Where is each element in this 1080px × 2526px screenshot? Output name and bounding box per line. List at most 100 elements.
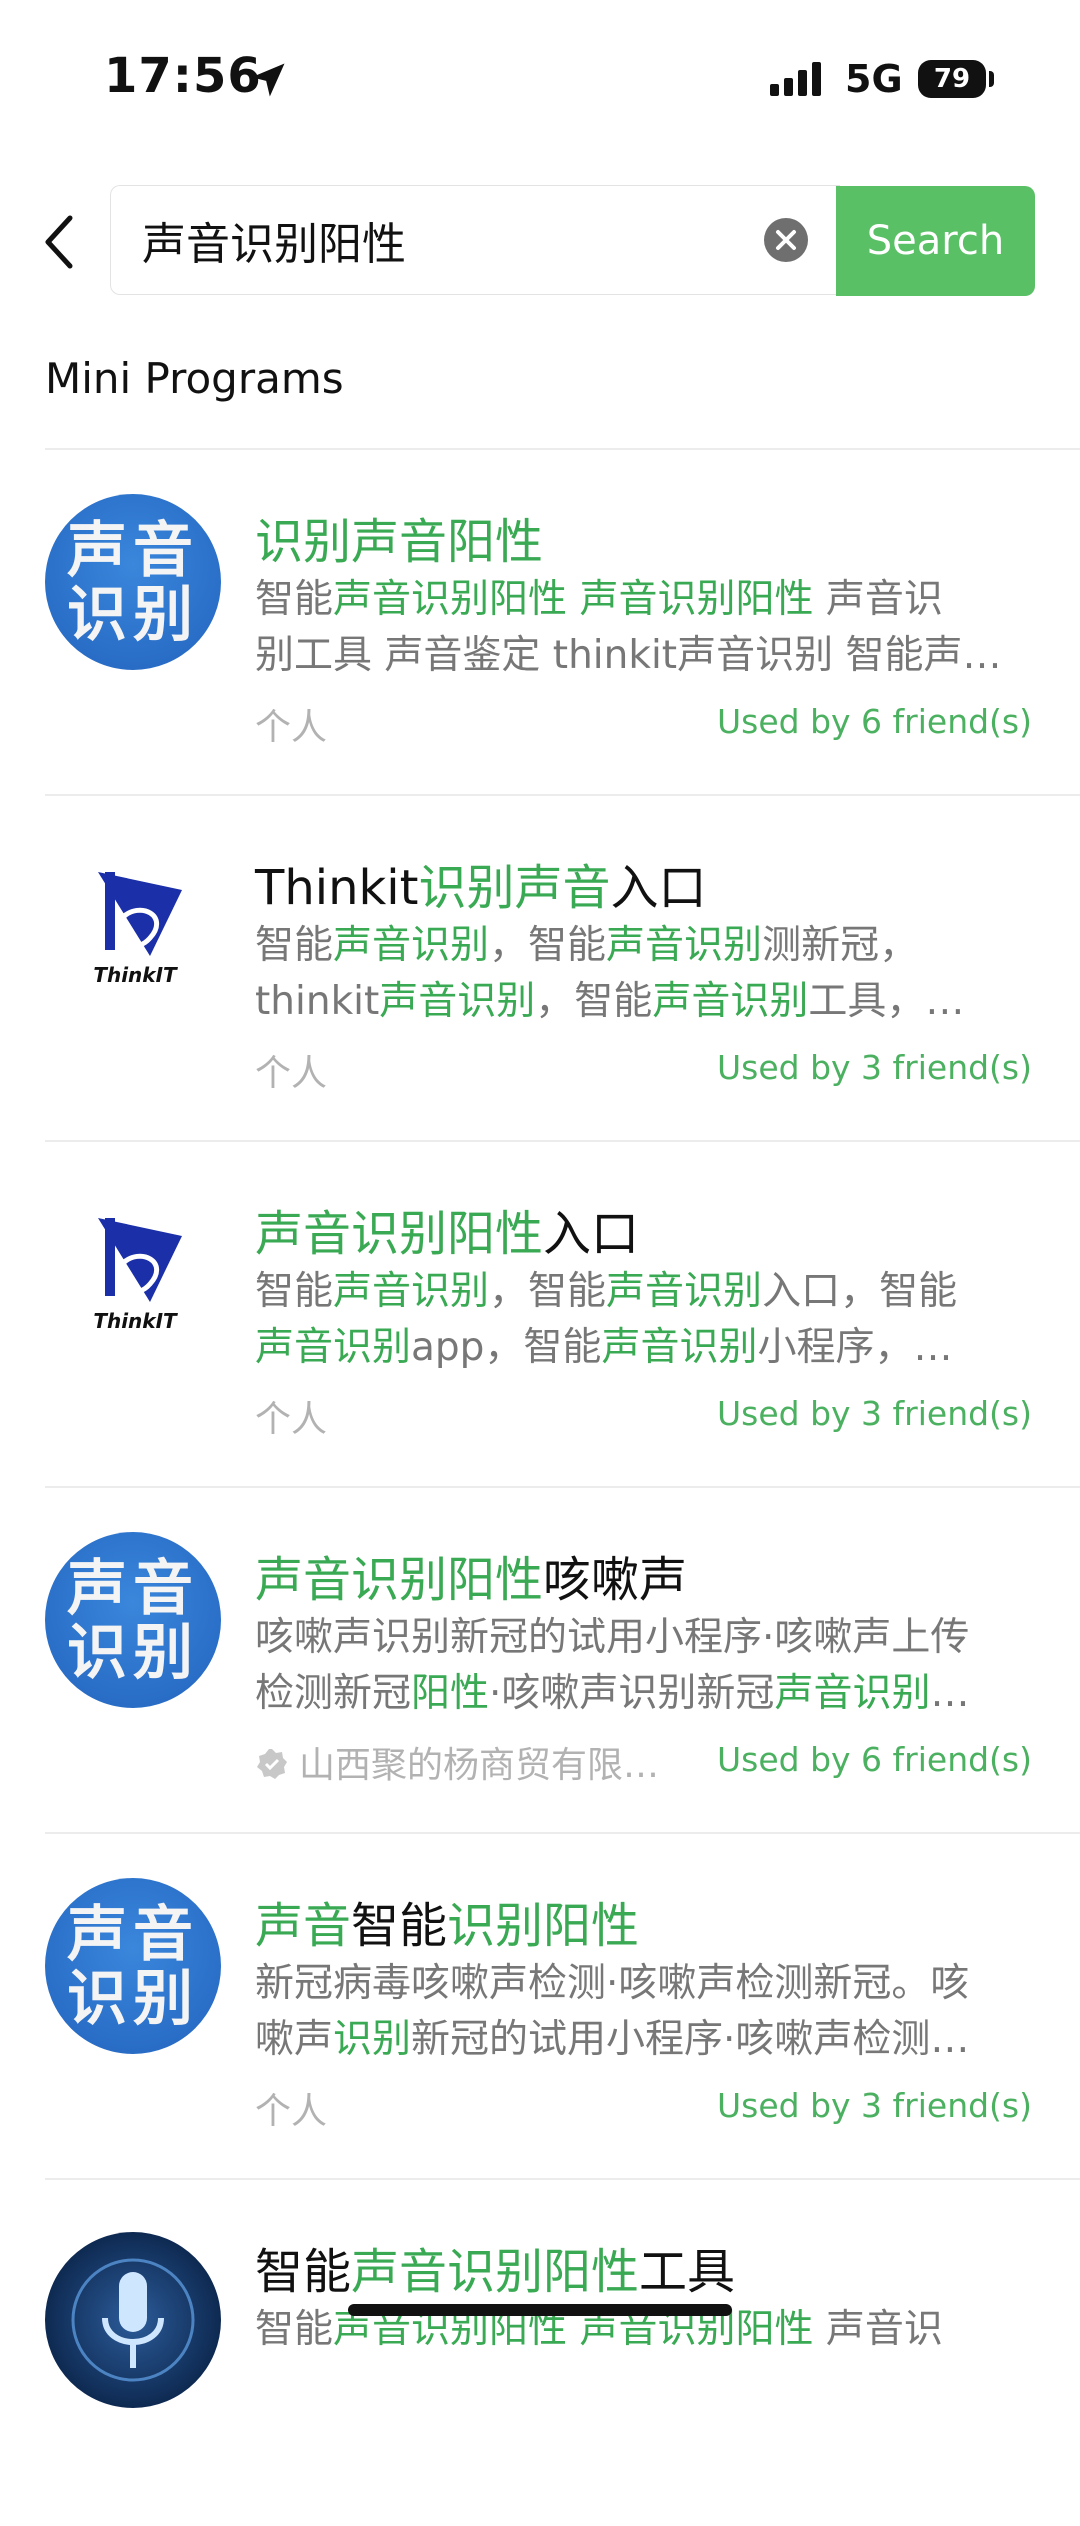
highlight-text: 识别声音阳性 (255, 514, 544, 570)
text-segment: 检测新冠 (255, 1671, 412, 1716)
owner-label: 个人 (255, 1044, 327, 1096)
highlight-text: 声音识别阳性 (255, 1206, 544, 1262)
friends-usage-label: Used by 3 friend(s) (717, 1048, 1032, 1087)
text-segment: 智能 (255, 1269, 334, 1314)
text-segment: 新冠的试用小程序·咳嗽声检测… (411, 2017, 970, 2062)
battery-tip (989, 71, 994, 87)
text-segment: 入口，智能 (762, 1269, 958, 1314)
text-segment: 工具 (639, 2244, 736, 2300)
text-segment: 工具，… (808, 979, 965, 1024)
status-time: 17:56 (104, 48, 262, 104)
highlight-text: 识别 (333, 2017, 412, 2062)
item-title: 声音识别阳性咳嗽声 (255, 1540, 687, 1610)
text-segment: 测新冠， (762, 923, 919, 968)
mini-program-item[interactable]: 声音 识别 识别声音阳性 智能声音识别阳性 声音识别阳性 声音识 别工具 声音鉴定 th… (0, 450, 1080, 796)
text-segment: 嗽声 (255, 2017, 334, 2062)
highlight-text: 声音识别 (333, 1269, 490, 1314)
text-segment: 智能 (255, 2307, 334, 2352)
owner-label: 个人 (255, 698, 327, 750)
text-segment: 小程序，… (757, 1325, 953, 1370)
text-segment: 咳嗽声 (543, 1552, 688, 1608)
location-arrow-icon (251, 63, 285, 97)
text-segment: 声音识 (813, 577, 943, 622)
text-segment: 新冠病毒咳嗽声检测·咳嗽声检测新冠。咳 (255, 1961, 970, 2006)
microphone-logo (45, 2232, 221, 2408)
owner-name: 个人 (255, 2091, 328, 2132)
highlight-text: 声音识别 (606, 1269, 763, 1314)
friends-usage-label: Used by 3 friend(s) (717, 2086, 1032, 2125)
text-segment: 入口 (543, 1206, 640, 1262)
search-button[interactable]: Search (836, 186, 1035, 296)
friends-usage-label: Used by 3 friend(s) (717, 1394, 1032, 1433)
microphone-icon (71, 2258, 195, 2382)
search-input[interactable] (142, 210, 742, 270)
text-segment: 入口 (610, 860, 707, 916)
mini-program-item[interactable]: ThinkIT Thinkit识别声音入口 智能声音识别，智能声音识别测新冠， thi… (0, 796, 1080, 1142)
highlight-text: 阳性 (411, 1671, 490, 1716)
thinkit-logo: ThinkIT (93, 1218, 182, 1333)
highlight-text: 识别声音 (418, 860, 611, 916)
highlight-text: 声音识别 (652, 979, 809, 1024)
highlight-text: 声音识别阳性 (333, 577, 568, 622)
thinkit-logo: ThinkIT (93, 872, 182, 987)
text-segment: 咳嗽声识别新冠的试用小程序·咳嗽声上传 (255, 1615, 970, 1660)
verified-badge-icon (257, 1749, 287, 1779)
text-segment: 智能 (255, 2244, 352, 2300)
item-description-line: 声音识别app，智能声音识别小程序，… (255, 1320, 1030, 1376)
item-description-line: 咳嗽声识别新冠的试用小程序·咳嗽声上传 (255, 1610, 1030, 1666)
home-indicator (348, 2304, 732, 2316)
text-segment (567, 577, 579, 622)
back-chevron-icon[interactable] (40, 212, 80, 272)
highlight-text: 声音识别阳性 (579, 577, 814, 622)
highlight-text: 声音识别 (255, 1325, 412, 1370)
text-segment: ，智能 (535, 979, 653, 1024)
text-segment: 别工具 声音鉴定 thinkit声音识别 智能声… (255, 633, 1002, 678)
logo-text: 声音 (67, 1900, 199, 1970)
text-segment: … (930, 1671, 970, 1716)
owner-name: 个人 (255, 1399, 328, 1440)
item-description-line: 智能声音识别，智能声音识别入口，智能 (255, 1264, 1030, 1320)
battery-indicator: 79 (918, 60, 986, 98)
owner-label: 个人 (255, 1390, 327, 1442)
item-title: 智能声音识别阳性工具 (255, 2232, 735, 2302)
owner-name: 个人 (255, 707, 328, 748)
mini-program-item[interactable]: 声音 识别 声音识别阳性咳嗽声 咳嗽声识别新冠的试用小程序·咳嗽声上传 检测新冠阳性·咳… (0, 1488, 1080, 1834)
highlight-text: 声音识别 (601, 1325, 758, 1370)
item-description-line: 嗽声识别新冠的试用小程序·咳嗽声检测… (255, 2012, 1030, 2068)
item-description-line: 智能声音识别，智能声音识别测新冠， (255, 918, 1030, 974)
item-title: 声音识别阳性入口 (255, 1194, 639, 1264)
owner-name: 山西聚的杨商贸有限… (299, 1745, 660, 1786)
item-description-line: thinkit声音识别，智能声音识别工具，… (255, 974, 1030, 1030)
mini-program-item[interactable]: ThinkIT 声音识别阳性入口 智能声音识别，智能声音识别入口，智能 声音识别app… (0, 1142, 1080, 1488)
section-title: Mini Programs (45, 354, 344, 403)
network-type: 5G (845, 57, 903, 101)
mini-program-item[interactable]: 声音 识别 声音智能识别阳性 新冠病毒咳嗽声检测·咳嗽声检测新冠。咳 嗽声识别新冠的试用… (0, 1834, 1080, 2180)
text-segment: 智能 (255, 577, 334, 622)
highlight-text: 声音识别阳性 (351, 2244, 640, 2300)
thinkit-logo-text: ThinkIT (93, 963, 178, 987)
mini-program-item[interactable]: 智能声音识别阳性工具 智能声音识别阳性 声音识别阳性 声音识 (0, 2180, 1080, 2526)
text-segment: Thinkit (255, 860, 419, 916)
highlight-text: 声音 (255, 1898, 352, 1954)
text-segment: app，智能 (411, 1325, 602, 1370)
logo-text: 识别 (67, 1618, 199, 1688)
logo-text: 识别 (67, 1964, 199, 2034)
owner-label: 个人 (255, 2082, 327, 2134)
item-description-line: 检测新冠阳性·咳嗽声识别新冠声音识别… (255, 1666, 1030, 1722)
text-segment: thinkit (255, 979, 380, 1024)
friends-usage-label: Used by 6 friend(s) (717, 1740, 1032, 1779)
owner-name: 个人 (255, 1053, 328, 1094)
voice-recognition-logo: 声音 识别 (45, 1878, 221, 2054)
text-segment: 智能 (351, 1898, 448, 1954)
thinkit-logo-text: ThinkIT (93, 1309, 178, 1333)
item-title: 识别声音阳性 (255, 502, 543, 572)
friends-usage-label: Used by 6 friend(s) (717, 702, 1032, 741)
highlight-text: 声音识别阳性 (255, 1552, 544, 1608)
logo-text: 声音 (67, 1554, 199, 1624)
voice-recognition-logo: 声音 识别 (45, 1532, 221, 1708)
clear-search-icon[interactable] (764, 218, 808, 262)
logo-text: 识别 (67, 580, 199, 650)
text-segment: ，智能 (489, 923, 607, 968)
owner-label: 山西聚的杨商贸有限… (255, 1736, 659, 1788)
cellular-signal-icon (770, 62, 821, 96)
